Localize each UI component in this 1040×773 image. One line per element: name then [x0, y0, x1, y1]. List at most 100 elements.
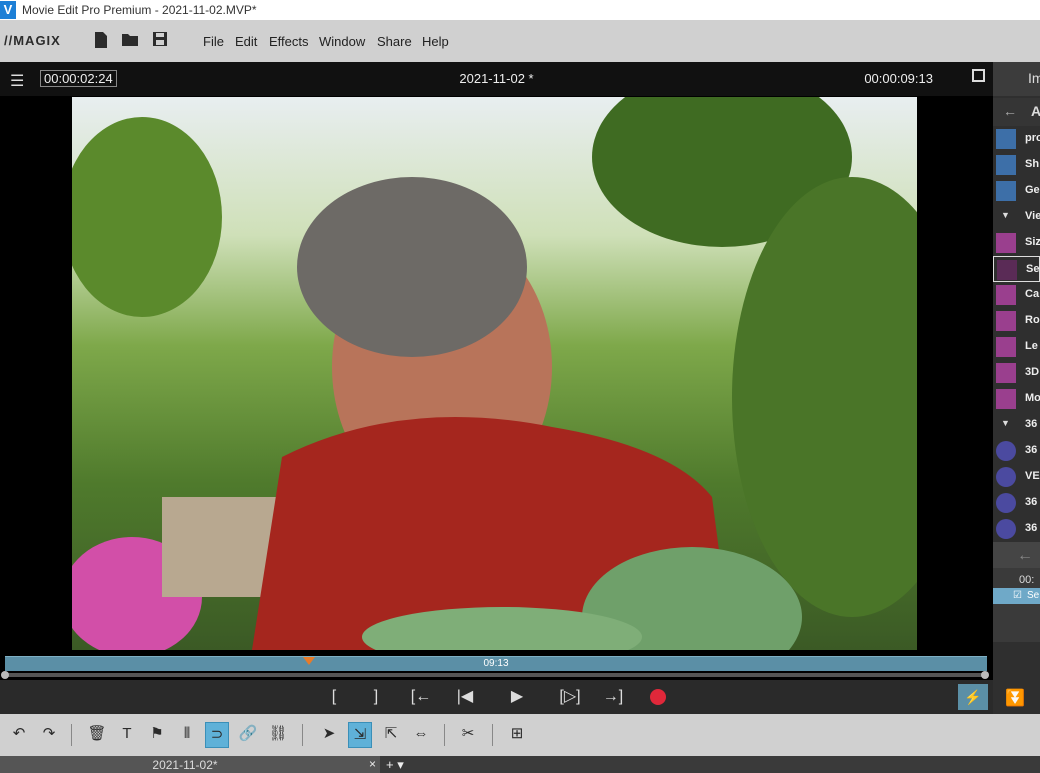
- undo-icon[interactable]: ↶: [8, 722, 30, 746]
- app-icon: V: [0, 1, 16, 19]
- maximize-preview-icon[interactable]: [972, 69, 985, 82]
- scissors-icon[interactable]: ✂: [457, 722, 479, 746]
- effect-group[interactable]: ▼ 36: [993, 412, 1040, 438]
- toolbar-separator: [444, 724, 445, 746]
- panel-bottom: ⏬: [993, 682, 1040, 714]
- effect-item-selected[interactable]: Sec: [993, 256, 1040, 282]
- unlink-icon[interactable]: ⛓: [267, 722, 289, 746]
- quick-effects-icon[interactable]: ⚡: [958, 684, 988, 710]
- go-to-out-button[interactable]: →]: [600, 686, 626, 708]
- effect-group[interactable]: ▼ Vie: [993, 204, 1040, 230]
- effect-item[interactable]: 36: [993, 490, 1040, 516]
- title-text-icon[interactable]: T: [116, 722, 138, 746]
- menu-window[interactable]: Window: [319, 34, 365, 49]
- effect-icon: [996, 441, 1016, 461]
- effects-list: pro Sh Ge ▼Vie Siz Sec Ca Ro Le 3D Mo ▼3…: [993, 126, 1040, 542]
- effect-icon: [996, 467, 1016, 487]
- effect-item[interactable]: Sh: [993, 152, 1040, 178]
- menu-edit[interactable]: Edit: [235, 34, 257, 49]
- keyframe-timecode: 00:: [1019, 574, 1035, 586]
- preview-header: ☰ 00:00:02:24 2021-11-02 * 00:00:09:13: [0, 62, 993, 96]
- effect-item[interactable]: Mo: [993, 386, 1040, 412]
- toolbar-separator: [492, 724, 493, 746]
- pointer-icon[interactable]: ➤: [318, 722, 340, 746]
- record-button[interactable]: [650, 689, 666, 705]
- effect-icon: [996, 233, 1016, 253]
- title-bar: V Movie Edit Pro Premium - 2021-11-02.MV…: [0, 0, 1040, 20]
- add-tab-button[interactable]: + ▾: [386, 757, 404, 773]
- range-start-handle[interactable]: [1, 671, 9, 679]
- new-file-icon[interactable]: [92, 31, 110, 51]
- keyframe-row-selected[interactable]: ☑ Se: [993, 588, 1040, 604]
- effect-item[interactable]: 36: [993, 516, 1040, 542]
- effect-item[interactable]: Le: [993, 334, 1040, 360]
- effect-icon: [996, 493, 1016, 513]
- edit-toolbar: ↶ ↷ 🗑 T ⚑ ⫴ ⊃ 🔗 ⛓ ➤ ⇲ ⇱ ⇔ ✂ ⊞: [0, 714, 1040, 756]
- back-arrow-icon[interactable]: ←: [1017, 547, 1033, 565]
- save-icon[interactable]: [151, 31, 169, 51]
- collapse-caret-icon[interactable]: ▼: [1001, 210, 1010, 220]
- delete-icon[interactable]: 🗑: [86, 722, 108, 746]
- effect-item[interactable]: pro: [993, 126, 1040, 152]
- go-to-in-button[interactable]: [←: [408, 686, 434, 708]
- project-tab-bar: 2021-11-02* × + ▾: [0, 756, 1040, 773]
- redo-icon[interactable]: ↷: [38, 722, 60, 746]
- link-icon[interactable]: 🔗: [237, 722, 259, 746]
- effect-item[interactable]: 3D: [993, 360, 1040, 386]
- menu-share[interactable]: Share: [377, 34, 412, 49]
- total-timecode: 00:00:09:13: [864, 71, 933, 86]
- expand-down-icon[interactable]: ⏬: [1005, 688, 1025, 708]
- crop-icon: [997, 260, 1017, 280]
- insert-icon[interactable]: ⊞: [506, 722, 528, 746]
- effect-item[interactable]: 36: [993, 438, 1040, 464]
- multi-select-icon[interactable]: ⇱: [380, 722, 402, 746]
- panel-breadcrumb: A: [1031, 103, 1040, 119]
- toolbar-separator: [302, 724, 303, 746]
- open-folder-icon[interactable]: [121, 31, 139, 51]
- mouse-mode-icon[interactable]: ⇲: [348, 722, 372, 748]
- menu-file[interactable]: File: [203, 34, 224, 49]
- magnet-icon[interactable]: ⊃: [205, 722, 229, 748]
- checkbox-icon[interactable]: ☑: [1013, 590, 1022, 601]
- set-in-point-button[interactable]: [: [326, 686, 342, 708]
- effect-icon: [996, 285, 1016, 305]
- effect-item[interactable]: Ro: [993, 308, 1040, 334]
- preview-monitor: ☰ 00:00:02:24 2021-11-02 * 00:00:09:13 0…: [0, 62, 993, 714]
- split-icon[interactable]: ⫴: [176, 722, 198, 746]
- effect-icon: [996, 519, 1016, 539]
- effect-icon: [996, 311, 1016, 331]
- menu-help[interactable]: Help: [422, 34, 449, 49]
- previous-marker-button[interactable]: |◀: [454, 686, 476, 708]
- effect-item[interactable]: Ca: [993, 282, 1040, 308]
- close-tab-icon[interactable]: ×: [369, 757, 376, 771]
- effect-item[interactable]: Ge: [993, 178, 1040, 204]
- play-range-button[interactable]: [▷]: [556, 686, 584, 708]
- effect-icon: [996, 363, 1016, 383]
- collapse-caret-icon[interactable]: ▼: [1001, 418, 1010, 428]
- toolbar-separator: [71, 724, 72, 746]
- back-arrow-icon[interactable]: ←: [1003, 103, 1017, 119]
- stretch-icon[interactable]: ⇔: [410, 722, 432, 746]
- play-button[interactable]: ▶: [506, 686, 528, 708]
- transport-controls: [ ] [← |◀ ▶ [▷] →] ⚡: [0, 680, 993, 714]
- video-frame: [72, 97, 917, 650]
- panel-nav: ← A: [993, 98, 1040, 126]
- effect-item[interactable]: VE: [993, 464, 1040, 490]
- panel-tab-header[interactable]: Im: [993, 62, 1040, 96]
- effect-icon: [996, 181, 1016, 201]
- keyframe-nav: ←: [993, 542, 1040, 568]
- effect-item[interactable]: Siz: [993, 230, 1040, 256]
- keyframe-panel: ← 00: ☑ Se: [993, 542, 1040, 642]
- effect-icon: [996, 337, 1016, 357]
- project-title: 2021-11-02 *: [459, 71, 534, 86]
- menu-effects[interactable]: Effects: [269, 34, 309, 49]
- effect-icon: [996, 389, 1016, 409]
- project-tab[interactable]: 2021-11-02* ×: [0, 756, 380, 773]
- set-out-point-button[interactable]: ]: [368, 686, 384, 708]
- marker-flag-icon[interactable]: ⚑: [146, 722, 168, 746]
- range-slider[interactable]: [1, 671, 989, 679]
- timeline-scrubber[interactable]: 09:13: [5, 656, 987, 671]
- media-pool-panel: Im ← A pro Sh Ge ▼Vie Siz Sec Ca Ro Le 3…: [993, 62, 1040, 714]
- range-end-handle[interactable]: [981, 671, 989, 679]
- window-title: Movie Edit Pro Premium - 2021-11-02.MVP*: [22, 3, 257, 17]
